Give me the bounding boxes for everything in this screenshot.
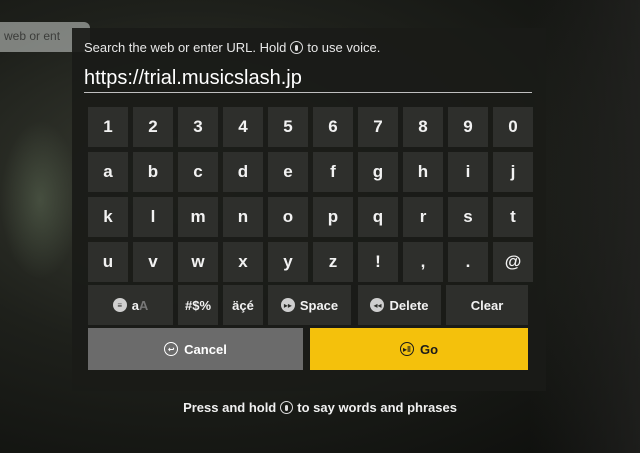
- cancel-label: Cancel: [184, 341, 227, 357]
- rewind-icon: ◂◂: [370, 298, 385, 312]
- go-button[interactable]: ▸‖ Go: [310, 328, 528, 370]
- key-2-0[interactable]: k: [88, 197, 128, 237]
- delete-label: Delete: [389, 297, 429, 313]
- key-0-9[interactable]: 0: [493, 107, 533, 147]
- prompt-text-end: to use voice.: [307, 40, 381, 55]
- space-label: Space: [299, 297, 339, 313]
- key-0-3[interactable]: 4: [223, 107, 263, 147]
- key-1-9[interactable]: j: [493, 152, 533, 192]
- delete-key[interactable]: ◂◂ Delete: [358, 285, 441, 325]
- key-0-2[interactable]: 3: [178, 107, 218, 147]
- play-pause-icon: ▸‖: [399, 342, 414, 356]
- key-1-1[interactable]: b: [133, 152, 173, 192]
- key-2-9[interactable]: t: [493, 197, 533, 237]
- microphone-icon: [290, 41, 304, 54]
- key-0-7[interactable]: 8: [403, 107, 443, 147]
- key-1-6[interactable]: g: [358, 152, 398, 192]
- key-2-2[interactable]: m: [178, 197, 218, 237]
- fast-forward-icon: ▸▸: [280, 298, 295, 312]
- back-arrow-icon: ↩: [164, 342, 179, 356]
- key-3-9[interactable]: @: [493, 242, 533, 282]
- prompt-text-start: Search the web or enter URL. Hold: [84, 40, 287, 55]
- key-2-8[interactable]: s: [448, 197, 488, 237]
- key-2-3[interactable]: n: [223, 197, 263, 237]
- hint-microphone-icon: [280, 401, 294, 414]
- cancel-button[interactable]: ↩ Cancel: [88, 328, 303, 370]
- key-1-0[interactable]: a: [88, 152, 128, 192]
- key-2-1[interactable]: l: [133, 197, 173, 237]
- key-0-8[interactable]: 9: [448, 107, 488, 147]
- key-3-6[interactable]: !: [358, 242, 398, 282]
- key-1-4[interactable]: e: [268, 152, 308, 192]
- hint-text-start: Press and hold: [183, 400, 277, 415]
- voice-hint: Press and hold to say words and phrases: [0, 400, 640, 415]
- key-2-6[interactable]: q: [358, 197, 398, 237]
- case-lower: a: [131, 297, 139, 313]
- case-upper: A: [138, 297, 149, 313]
- key-1-2[interactable]: c: [178, 152, 218, 192]
- key-3-2[interactable]: w: [178, 242, 218, 282]
- key-1-3[interactable]: d: [223, 152, 263, 192]
- background-glow: [0, 120, 80, 280]
- background-shade: [530, 0, 640, 453]
- space-key[interactable]: ▸▸ Space: [268, 285, 351, 325]
- clear-key[interactable]: Clear: [446, 285, 528, 325]
- key-1-7[interactable]: h: [403, 152, 443, 192]
- url-input[interactable]: https://trial.musicslash.jp: [84, 64, 532, 93]
- key-3-7[interactable]: ,: [403, 242, 443, 282]
- key-2-4[interactable]: o: [268, 197, 308, 237]
- key-0-1[interactable]: 2: [133, 107, 173, 147]
- case-toggle-key[interactable]: ≡ aA: [88, 285, 173, 325]
- hint-text-end: to say words and phrases: [297, 400, 457, 415]
- key-3-1[interactable]: v: [133, 242, 173, 282]
- key-2-5[interactable]: p: [313, 197, 353, 237]
- search-prompt: Search the web or enter URL. Hold to use…: [84, 40, 380, 55]
- key-2-7[interactable]: r: [403, 197, 443, 237]
- symbols-key[interactable]: #$%: [178, 285, 218, 325]
- key-3-3[interactable]: x: [223, 242, 263, 282]
- key-0-4[interactable]: 5: [268, 107, 308, 147]
- accents-key[interactable]: äçé: [223, 285, 263, 325]
- key-1-8[interactable]: i: [448, 152, 488, 192]
- key-0-6[interactable]: 7: [358, 107, 398, 147]
- key-0-5[interactable]: 6: [313, 107, 353, 147]
- key-3-8[interactable]: .: [448, 242, 488, 282]
- menu-icon: ≡: [112, 298, 127, 312]
- key-3-0[interactable]: u: [88, 242, 128, 282]
- key-0-0[interactable]: 1: [88, 107, 128, 147]
- key-3-4[interactable]: y: [268, 242, 308, 282]
- key-3-5[interactable]: z: [313, 242, 353, 282]
- key-1-5[interactable]: f: [313, 152, 353, 192]
- go-label: Go: [419, 341, 439, 357]
